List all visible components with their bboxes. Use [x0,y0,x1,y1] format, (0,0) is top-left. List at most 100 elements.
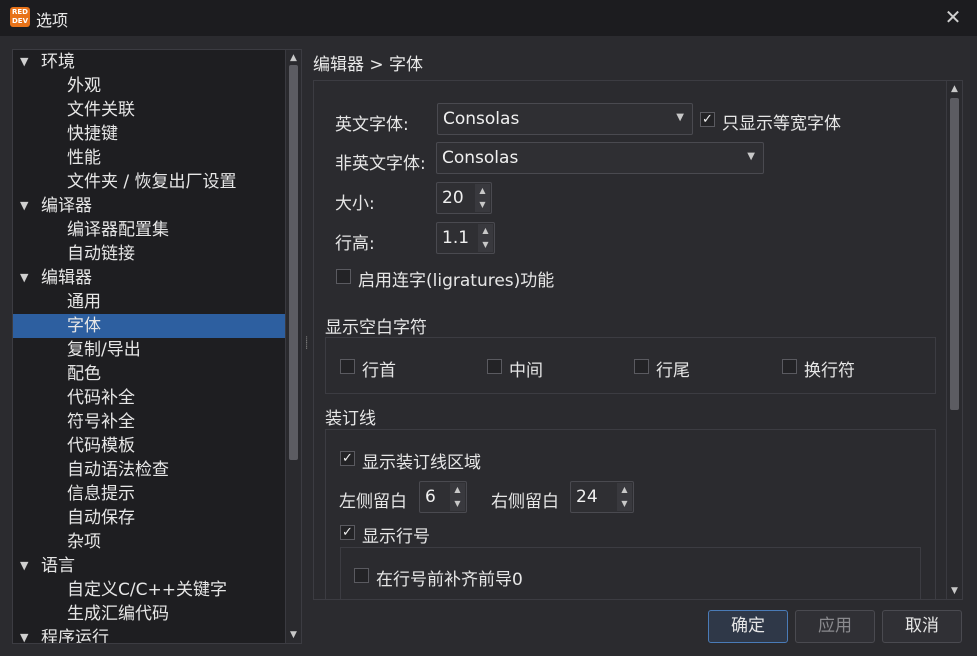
expand-caret-icon[interactable]: ▼ [20,626,28,643]
panel-scrollbar[interactable]: ▲ ▼ [946,81,962,599]
font-size-label: 大小: [335,194,375,214]
spin-up-icon[interactable]: ▲ [450,483,465,497]
scroll-up-arrow-icon[interactable]: ▲ [947,82,962,96]
show-line-numbers-checkbox[interactable]: ✓ 显示行号 [340,522,480,547]
tree-item-label: 自动保存 [67,508,135,528]
panel-scroll-thumb[interactable] [950,98,959,410]
tree-item[interactable]: 外观 [13,74,285,98]
tree-item[interactable]: 自定义C/C++关键字 [13,578,285,602]
tree-item[interactable]: 编译器配置集 [13,218,285,242]
tree-item-label: 自动链接 [67,244,135,264]
scroll-up-arrow-icon[interactable]: ▲ [286,51,301,65]
dialog-body: ▼ 环境 外观 文件关联 快捷键 性能 文件夹 / 恢复出厂设置 ▼ 编译器编译器配置集 自动链接… [0,36,977,656]
show-gutter-label: 显示装订线区域 [362,453,481,473]
tree-item[interactable]: 信息提示 [13,482,285,506]
tree-item[interactable]: 文件夹 / 恢复出厂设置 [13,170,285,194]
whitespace-trailing-checkbox[interactable]: 行尾 [634,356,714,381]
expand-caret-icon[interactable]: ▼ [20,50,28,74]
chevron-down-icon: ▼ [676,112,684,123]
spin-down-icon[interactable]: ▼ [450,497,465,511]
ok-button[interactable]: 确定 [708,610,788,643]
tree-category[interactable]: ▼ 程序运行 [13,626,285,644]
tree-item[interactable]: 复制/导出 [13,338,285,362]
show-gutter-checkbox[interactable]: ✓ 显示装订线区域 [340,448,540,473]
checkbox-box [782,359,797,374]
tree-category[interactable]: ▼ 语言 [13,554,285,578]
spin-down-icon[interactable]: ▼ [617,497,632,511]
english-font-value: Consolas [443,109,520,129]
left-padding-spinbox[interactable]: 6 ▲ ▼ [419,481,467,513]
tree-category[interactable]: ▼ 编译器 [13,194,285,218]
tree-item-label: 文件夹 / 恢复出厂设置 [67,172,237,192]
whitespace-group: 行首 中间 行尾 换行符 [325,337,936,394]
tree-item[interactable]: 自动链接 [13,242,285,266]
tree-item[interactable]: 快捷键 [13,122,285,146]
tree-item[interactable]: 自动保存 [13,506,285,530]
tree-item-label: 外观 [67,76,101,96]
tree-category[interactable]: ▼ 编辑器 [13,266,285,290]
whitespace-linebreak-checkbox[interactable]: 换行符 [782,356,882,381]
tree-item-label: 生成汇编代码 [67,604,169,624]
monospace-only-checkbox[interactable]: ✓ 只显示等宽字体 [700,109,900,134]
expand-caret-icon[interactable]: ▼ [20,554,28,578]
apply-button[interactable]: 应用 [795,610,875,643]
tree-item-label: 字体 [67,316,101,336]
left-padding-value: 6 [425,487,436,507]
scroll-down-arrow-icon[interactable]: ▼ [286,628,301,642]
tree-item[interactable]: 自动语法检查 [13,458,285,482]
line-height-spinbox[interactable]: 1.1 ▲ ▼ [436,222,495,254]
spin-down-icon[interactable]: ▼ [478,238,493,252]
gutter-section-title: 装订线 [325,409,376,429]
expand-caret-icon[interactable]: ▼ [20,194,28,218]
tree-item-label: 快捷键 [67,124,118,144]
spin-down-icon[interactable]: ▼ [475,198,490,212]
tree-scroll-thumb[interactable] [289,65,298,460]
ligatures-label: 启用连字(ligratures)功能 [358,271,555,291]
checkbox-box [487,359,502,374]
tree-item-label: 自动语法检查 [67,460,169,480]
tree-item[interactable]: 生成汇编代码 [13,602,285,626]
right-padding-spinbox[interactable]: 24 ▲ ▼ [570,481,634,513]
tree-item[interactable]: 通用 [13,290,285,314]
tree-item[interactable]: 文件关联 [13,98,285,122]
splitter-handle[interactable]: ⁞ ⁞ [305,336,309,360]
cancel-button[interactable]: 取消 [882,610,962,643]
spin-up-icon[interactable]: ▲ [475,184,490,198]
tree-item[interactable]: 杂项 [13,530,285,554]
tree-item-label: 编译器配置集 [67,220,169,240]
tree-item[interactable]: 代码模板 [13,434,285,458]
left-padding-label: 左侧留白 [339,492,407,512]
close-button[interactable]: ✕ [943,6,963,28]
whitespace-inner-checkbox[interactable]: 中间 [487,356,567,381]
spin-up-icon[interactable]: ▲ [478,224,493,238]
tree-category[interactable]: ▼ 环境 [13,50,285,74]
tree-item-label: 程序运行 [41,628,109,644]
expand-caret-icon[interactable]: ▼ [20,266,28,290]
whitespace-trailing-label: 行尾 [656,361,690,381]
ligatures-checkbox[interactable]: 启用连字(ligratures)功能 [336,266,596,291]
spin-up-icon[interactable]: ▲ [617,483,632,497]
tree-item[interactable]: 性能 [13,146,285,170]
tree-item[interactable]: 字体 [13,314,285,338]
non-english-font-value: Consolas [442,148,519,168]
tree-item-label: 自定义C/C++关键字 [67,580,227,600]
tree-item-label: 信息提示 [67,484,135,504]
checkbox-box: ✓ [700,112,715,127]
tree-scrollbar[interactable]: ▲ ▼ [285,50,301,643]
font-size-spinbox[interactable]: 20 ▲ ▼ [436,182,492,214]
tree-item-label: 代码补全 [67,388,135,408]
pad-zeros-checkbox[interactable]: 在行号前补齐前导0 [354,565,554,590]
tree-item[interactable]: 配色 [13,362,285,386]
english-font-select[interactable]: Consolas ▼ [437,103,693,135]
scroll-down-arrow-icon[interactable]: ▼ [947,584,962,598]
whitespace-leading-checkbox[interactable]: 行首 [340,356,420,381]
tree-item[interactable]: 符号补全 [13,410,285,434]
non-english-font-select[interactable]: Consolas ▼ [436,142,764,174]
tree-list: ▼ 环境 外观 文件关联 快捷键 性能 文件夹 / 恢复出厂设置 ▼ 编译器编译器配置集 自动链接… [13,50,285,644]
tree-item-label: 编译器 [41,196,92,216]
tree-item[interactable]: 代码补全 [13,386,285,410]
whitespace-inner-label: 中间 [509,361,543,381]
tree-item-label: 通用 [67,292,101,312]
non-english-font-label: 非英文字体: [335,154,426,174]
pad-zeros-label: 在行号前补齐前导0 [376,570,523,590]
